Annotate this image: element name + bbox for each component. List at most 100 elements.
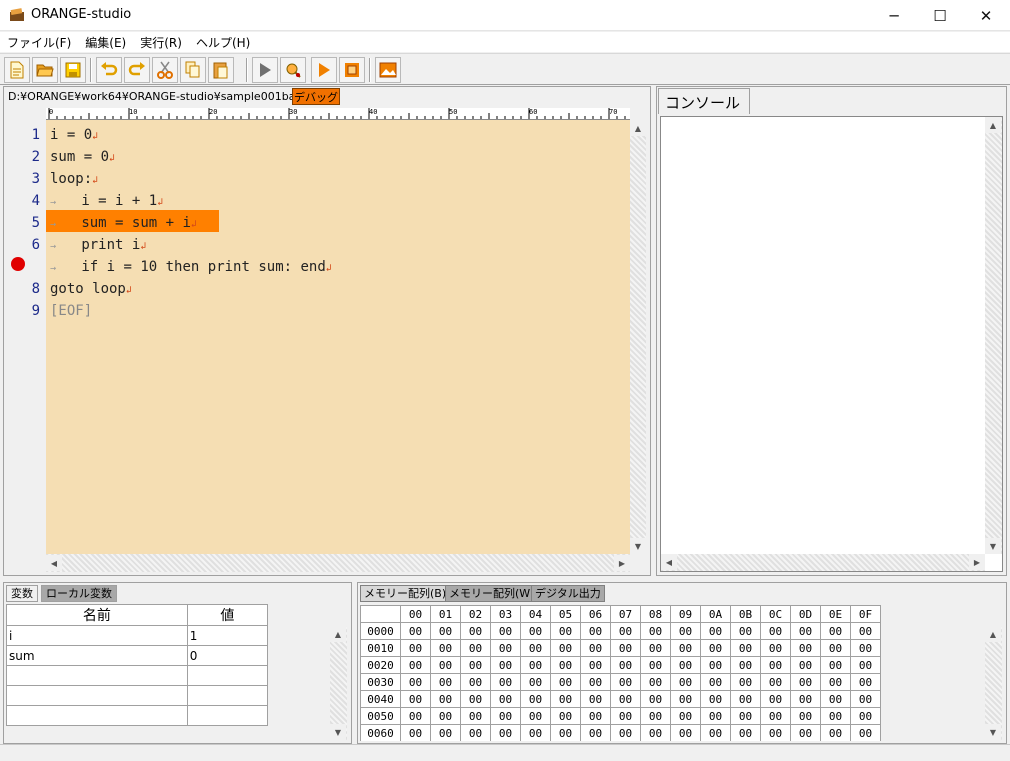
scroll-left-icon[interactable]: ◀ — [46, 555, 62, 571]
memory-cell[interactable]: 00 — [790, 724, 821, 741]
memory-cell[interactable]: 00 — [730, 656, 761, 674]
memory-cell[interactable]: 00 — [430, 622, 461, 640]
memory-cell[interactable]: 00 — [520, 724, 551, 741]
memory-cell[interactable]: 00 — [550, 673, 581, 691]
scroll-down-icon[interactable]: ▼ — [985, 538, 1001, 554]
memory-cell[interactable]: 00 — [640, 690, 671, 708]
memory-cell[interactable]: 00 — [790, 690, 821, 708]
memory-cell[interactable]: 00 — [520, 690, 551, 708]
memory-cell[interactable]: 00 — [430, 707, 461, 725]
tab-local-variables[interactable]: ローカル変数 — [41, 585, 117, 602]
memory-cell[interactable]: 00 — [760, 639, 791, 657]
memory-cell[interactable]: 00 — [730, 639, 761, 657]
memory-cell[interactable]: 00 — [820, 690, 851, 708]
memory-cell[interactable]: 00 — [820, 622, 851, 640]
run-button[interactable] — [252, 57, 278, 83]
column-header-value[interactable]: 値 — [186, 604, 269, 626]
memory-cell[interactable]: 00 — [760, 724, 791, 741]
memory-cell[interactable]: 00 — [400, 673, 431, 691]
scroll-down-icon[interactable]: ▼ — [330, 724, 346, 740]
memory-cell[interactable]: 00 — [670, 724, 701, 741]
memory-cell[interactable]: 00 — [610, 690, 641, 708]
memory-cell[interactable]: 00 — [700, 707, 731, 725]
memory-cell[interactable]: 00 — [670, 690, 701, 708]
memory-cell[interactable]: 00 — [730, 622, 761, 640]
memory-cell[interactable]: 00 — [790, 622, 821, 640]
scroll-up-icon[interactable]: ▲ — [985, 626, 1001, 642]
memory-cell[interactable]: 00 — [490, 724, 521, 741]
table-row[interactable] — [6, 665, 269, 686]
tab-memory-byte[interactable]: メモリー配列(B) — [360, 585, 451, 602]
memory-cell[interactable]: 00 — [760, 690, 791, 708]
table-row[interactable] — [6, 705, 269, 726]
memory-cell[interactable]: 00 — [580, 707, 611, 725]
paste-button[interactable] — [208, 57, 234, 83]
memory-cell[interactable]: 00 — [640, 639, 671, 657]
memory-cell[interactable]: 00 — [640, 707, 671, 725]
memory-cell[interactable]: 00 — [700, 639, 731, 657]
memory-cell[interactable]: 00 — [430, 724, 461, 741]
memory-cell[interactable]: 00 — [520, 656, 551, 674]
memory-cell[interactable]: 00 — [730, 673, 761, 691]
cut-button[interactable] — [152, 57, 178, 83]
memory-cell[interactable]: 00 — [430, 639, 461, 657]
memory-vertical-scrollbar[interactable]: ▲ ▼ — [985, 626, 1002, 740]
memory-cell[interactable]: 00 — [820, 639, 851, 657]
scroll-down-icon[interactable]: ▼ — [630, 538, 646, 554]
memory-cell[interactable]: 00 — [430, 656, 461, 674]
memory-cell[interactable]: 00 — [850, 622, 881, 640]
image-button[interactable] — [375, 57, 401, 83]
tab-memory-word[interactable]: メモリー配列(W) — [445, 585, 539, 602]
memory-cell[interactable]: 00 — [760, 656, 791, 674]
memory-cell[interactable]: 00 — [490, 622, 521, 640]
memory-cell[interactable]: 00 — [550, 639, 581, 657]
console-vertical-scrollbar[interactable]: ▲ ▼ — [985, 117, 1002, 554]
memory-cell[interactable]: 00 — [700, 673, 731, 691]
memory-cell[interactable]: 00 — [820, 724, 851, 741]
scroll-left-icon[interactable]: ◀ — [661, 554, 677, 570]
memory-cell[interactable]: 00 — [520, 673, 551, 691]
memory-cell[interactable]: 00 — [730, 707, 761, 725]
memory-cell[interactable]: 00 — [760, 622, 791, 640]
memory-cell[interactable]: 00 — [430, 673, 461, 691]
table-row[interactable]: i1 — [6, 625, 269, 646]
memory-cell[interactable]: 00 — [700, 690, 731, 708]
memory-cell[interactable]: 00 — [490, 707, 521, 725]
memory-cell[interactable]: 00 — [490, 639, 521, 657]
debug-button[interactable] — [280, 57, 306, 83]
memory-cell[interactable]: 00 — [400, 724, 431, 741]
table-row[interactable]: sum 0 — [6, 645, 269, 666]
line-number-gutter[interactable]: 1 2 3 4 5 6 8 9 — [8, 120, 46, 554]
memory-cell[interactable]: 00 — [790, 639, 821, 657]
new-file-button[interactable] — [4, 57, 30, 83]
memory-cell[interactable]: 00 — [670, 656, 701, 674]
menu-edit[interactable]: 編集(E) — [78, 32, 133, 52]
memory-cell[interactable]: 00 — [850, 690, 881, 708]
redo-button[interactable] — [124, 57, 150, 83]
variables-vertical-scrollbar[interactable]: ▲ ▼ — [330, 626, 347, 740]
console-output[interactable] — [660, 116, 1003, 572]
minimize-button[interactable]: ─ — [871, 0, 917, 31]
menu-run[interactable]: 実行(R) — [133, 32, 189, 52]
memory-cell[interactable]: 00 — [820, 656, 851, 674]
editor-horizontal-scrollbar[interactable]: ◀ ▶ — [46, 554, 630, 572]
tab-variables[interactable]: 変数 — [6, 585, 38, 602]
tab-digital-output[interactable]: デジタル出力 — [531, 585, 605, 602]
close-button[interactable]: ✕ — [963, 0, 1009, 31]
memory-cell[interactable]: 00 — [850, 707, 881, 725]
memory-cell[interactable]: 00 — [730, 724, 761, 741]
memory-cell[interactable]: 00 — [610, 639, 641, 657]
open-file-button[interactable] — [32, 57, 58, 83]
menu-file[interactable]: ファイル(F) — [0, 32, 78, 52]
copy-button[interactable] — [180, 57, 206, 83]
memory-cell[interactable]: 00 — [670, 639, 701, 657]
memory-cell[interactable]: 00 — [520, 707, 551, 725]
memory-cell[interactable]: 00 — [790, 656, 821, 674]
table-row[interactable] — [6, 685, 269, 706]
undo-button[interactable] — [96, 57, 122, 83]
memory-cell[interactable]: 00 — [550, 707, 581, 725]
memory-cell[interactable]: 00 — [610, 707, 641, 725]
memory-cell[interactable]: 00 — [580, 673, 611, 691]
memory-cell[interactable]: 00 — [460, 724, 491, 741]
memory-cell[interactable]: 00 — [400, 622, 431, 640]
